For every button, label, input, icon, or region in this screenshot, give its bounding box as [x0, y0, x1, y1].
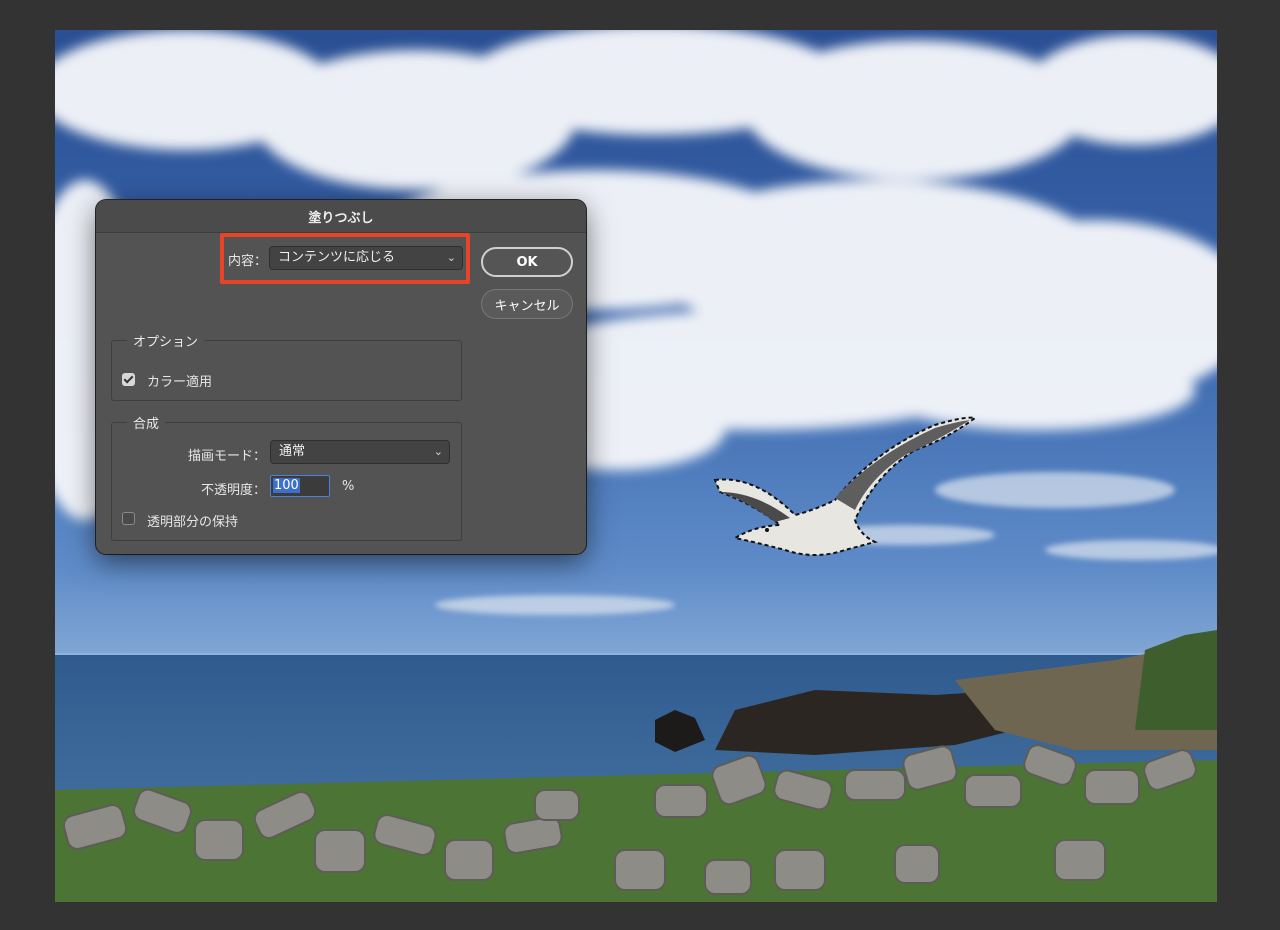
content-label: 内容： [228, 254, 268, 269]
options-group-title: オプション [127, 331, 205, 350]
opacity-value: 100 [273, 478, 300, 493]
blend-group-title: 合成 [127, 413, 166, 432]
fill-dialog: 塗りつぶし 内容： コンテンツに応じる ⌄ OK キャンセル オプション カラー… [96, 200, 586, 554]
ok-button[interactable]: OK [481, 247, 573, 277]
opacity-input[interactable]: 100 [270, 475, 330, 497]
dialog-title: 塗りつぶし [96, 200, 586, 233]
content-select-value: コンテンツに応じる [278, 250, 396, 265]
opacity-label: 不透明度： [201, 483, 267, 498]
mode-select-value: 通常 [279, 444, 306, 459]
color-adapt-checkbox[interactable] [122, 373, 135, 386]
content-select[interactable]: コンテンツに応じる ⌄ [269, 246, 463, 270]
chevron-down-icon: ⌄ [446, 251, 456, 264]
preserve-transparency-label: 透明部分の保持 [147, 515, 239, 530]
preserve-transparency-checkbox[interactable] [122, 512, 135, 525]
mode-select[interactable]: 通常 ⌄ [270, 440, 450, 464]
cancel-button[interactable]: キャンセル [481, 289, 573, 319]
opacity-unit: % [342, 479, 355, 494]
color-adapt-label: カラー適用 [147, 375, 213, 390]
mode-label: 描画モード： [188, 449, 267, 464]
chevron-down-icon: ⌄ [433, 445, 443, 458]
